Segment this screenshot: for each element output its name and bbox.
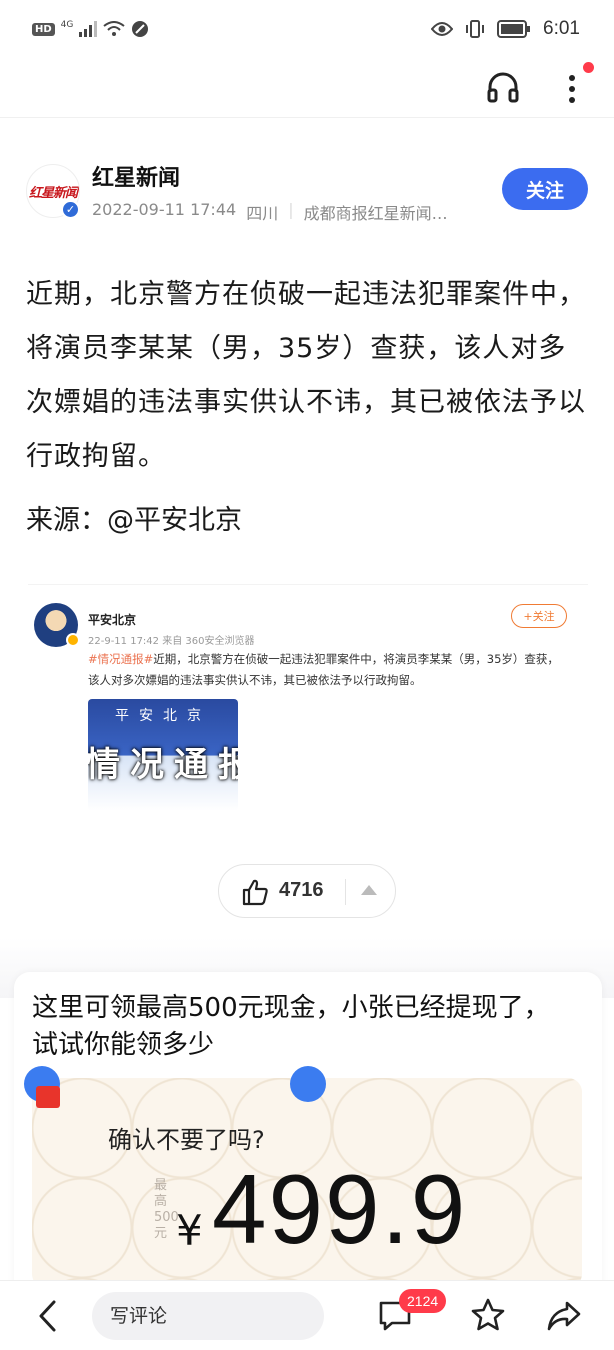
like-count: 4716 bbox=[279, 879, 324, 901]
embed-follow-button: +关注 bbox=[511, 604, 567, 628]
embed-image-title: 情况通报 bbox=[88, 745, 238, 785]
bottom-bar: 写评论 2124 bbox=[0, 1280, 614, 1350]
publisher-source: 成都商报红星新闻… bbox=[303, 204, 448, 223]
comment-input[interactable]: 写评论 bbox=[92, 1292, 324, 1340]
top-toolbar bbox=[0, 62, 614, 118]
like-control: 4716 bbox=[218, 864, 396, 918]
status-right: 6:01 bbox=[431, 18, 580, 40]
embed-image-top-text: 平安北京 bbox=[115, 708, 211, 724]
publish-date: 2022-09-11 17:44 bbox=[92, 200, 237, 219]
ad-amount: 499.9 bbox=[212, 1154, 468, 1264]
embed-text-body: 近期，北京警方在侦破一起违法犯罪案件中，将演员李某某（男，35岁）查获，该人对多… bbox=[88, 652, 559, 687]
embed-author-name: 平安北京 bbox=[88, 613, 137, 627]
publish-location: 四川 bbox=[246, 204, 279, 223]
ad-currency: ¥ bbox=[176, 1206, 203, 1255]
more-icon[interactable] bbox=[558, 68, 588, 108]
embed-notice-image: 平安北京 情况通报 bbox=[88, 699, 238, 811]
vibrate-icon bbox=[466, 20, 485, 38]
ad-app-icon bbox=[36, 1086, 60, 1108]
author-row: 红星新闻 ✓ 红星新闻 2022-09-11 17:44 四川 | 成都商报红星… bbox=[0, 150, 614, 230]
embed-verified-icon bbox=[66, 633, 80, 647]
follow-button[interactable]: 关注 bbox=[502, 168, 588, 210]
notification-dot bbox=[583, 62, 594, 73]
signal-icon bbox=[79, 21, 98, 37]
ad-banner-handle-right bbox=[290, 1066, 326, 1102]
author-meta: 2022-09-11 17:44 四川 | 成都商报红星新闻… bbox=[92, 200, 448, 224]
share-icon[interactable] bbox=[546, 1299, 582, 1333]
ad-max-label: 最高500元 bbox=[154, 1178, 179, 1241]
hd-badge: HD bbox=[32, 22, 55, 36]
data-saver-icon bbox=[132, 21, 149, 37]
headphone-icon[interactable] bbox=[486, 70, 520, 104]
avatar-logo: 红星新闻 bbox=[28, 185, 78, 201]
star-icon[interactable] bbox=[470, 1297, 506, 1333]
wifi-icon bbox=[103, 21, 125, 36]
like-divider bbox=[345, 879, 346, 905]
status-bar: HD 4G 6:01 bbox=[0, 0, 614, 62]
meta-divider: | bbox=[288, 200, 294, 219]
comment-count-badge: 2124 bbox=[399, 1289, 447, 1313]
battery-icon bbox=[497, 20, 531, 38]
network-type: 4G bbox=[60, 20, 74, 30]
thumb-up-icon[interactable] bbox=[241, 878, 269, 906]
ad-question: 确认不要了吗? bbox=[108, 1126, 265, 1154]
embed-hashtag: #情况通报# bbox=[88, 652, 154, 666]
article-source: 来源：@平安北京 bbox=[26, 505, 242, 536]
dislike-icon[interactable] bbox=[361, 885, 377, 895]
ad-title[interactable]: 这里可领最高500元现金，小张已经提现了，试试你能领多少 bbox=[32, 990, 572, 1064]
embedded-post-image[interactable]: 平安北京 22-9-11 17:42 来自 360安全浏览器 +关注 #情况通报… bbox=[28, 584, 588, 822]
clock: 6:01 bbox=[543, 18, 580, 39]
embed-text: #情况通报#近期，北京警方在侦破一起违法犯罪案件中，将演员李某某（男，35岁）查… bbox=[88, 649, 568, 691]
status-left: HD 4G bbox=[32, 20, 149, 38]
embed-meta: 22-9-11 17:42 来自 360安全浏览器 bbox=[88, 636, 255, 647]
eye-icon bbox=[431, 22, 454, 36]
author-name[interactable]: 红星新闻 bbox=[92, 160, 180, 192]
article-body: 近期，北京警方在侦破一起违法犯罪案件中，将演员李某某（男，35岁）查获，该人对多… bbox=[26, 279, 586, 472]
verified-icon: ✓ bbox=[61, 200, 80, 219]
back-icon[interactable] bbox=[34, 1299, 62, 1333]
